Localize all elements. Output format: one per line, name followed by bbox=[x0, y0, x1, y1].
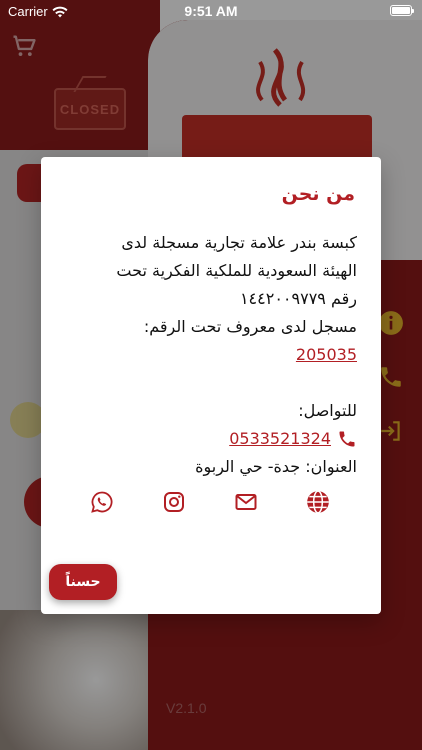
globe-icon bbox=[307, 490, 329, 514]
email-button[interactable] bbox=[233, 489, 259, 515]
ok-button[interactable]: حسناً bbox=[49, 564, 117, 600]
dialog-title: من نحن bbox=[281, 183, 355, 205]
instagram-button[interactable] bbox=[161, 489, 187, 515]
trademark-line-3: رقم ١٤٤٢٠٠٩٧٧٩ bbox=[239, 289, 357, 308]
mail-icon bbox=[235, 494, 257, 510]
dialog-body: كبسة بندر علامة تجارية مسجلة لدى الهيئة … bbox=[61, 229, 357, 481]
phone-icon bbox=[339, 431, 355, 447]
website-button[interactable] bbox=[305, 489, 331, 515]
status-bar: Carrier 9:51 AM bbox=[0, 0, 422, 22]
battery-icon bbox=[390, 5, 414, 16]
phone-link[interactable]: 0533521324 bbox=[229, 425, 331, 453]
social-links bbox=[41, 489, 381, 515]
phone-row: 0533521324 bbox=[61, 425, 357, 453]
about-us-dialog: من نحن كبسة بندر علامة تجارية مسجلة لدى … bbox=[41, 157, 381, 614]
maroof-label: مسجل لدى معروف تحت الرقم: bbox=[143, 317, 357, 336]
clock: 9:51 AM bbox=[184, 3, 238, 19]
contact-label: للتواصل: bbox=[298, 401, 357, 420]
trademark-line-2: الهيئة السعودية للملكية الفكرية تحت bbox=[116, 261, 357, 280]
maroof-number-link[interactable]: 205035 bbox=[296, 345, 357, 364]
instagram-icon bbox=[164, 492, 184, 512]
whatsapp-icon bbox=[91, 491, 113, 513]
address-text: العنوان: جدة- حي الربوة bbox=[195, 457, 357, 476]
trademark-line-1: كبسة بندر علامة تجارية مسجلة لدى bbox=[121, 233, 357, 252]
whatsapp-button[interactable] bbox=[89, 489, 115, 515]
